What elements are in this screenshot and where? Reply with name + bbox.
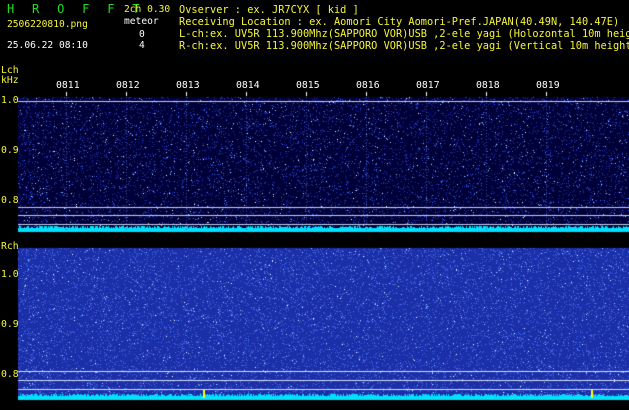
time-tick: 0813: [176, 80, 200, 91]
lch-unit: kHz: [1, 75, 19, 86]
rch-label: Rch: [1, 241, 19, 252]
lch-ytick-3: 0.8: [1, 195, 19, 206]
lch-spectrogram: [0, 0, 629, 410]
time-tick: 0819: [536, 80, 560, 91]
meteor-label: meteor: [124, 16, 159, 27]
lch-ytick-2: 0.9: [1, 145, 19, 156]
rch-ytick-3: 0.8: [1, 369, 19, 380]
rch-ytick-2: 0.9: [1, 319, 19, 330]
filename: 2506220810.png: [7, 19, 88, 30]
time-tick: 0814: [236, 80, 260, 91]
mode-label: 2ch 0.30: [124, 4, 171, 15]
observer-info: Ovserver : ex. JR7CYX [ kid ]: [179, 4, 359, 16]
rch-info: R-ch:ex. UV5R 113.900Mhz(SAPPORO VOR)USB…: [179, 40, 629, 52]
lch-ytick-1: 1.0: [1, 95, 19, 106]
time-tick: 0816: [356, 80, 380, 91]
time-tick: 0818: [476, 80, 500, 91]
lch-info: L-ch:ex. UV5R 113.900Mhz(SAPPORO VOR)USB…: [179, 28, 629, 40]
time-tick: 0811: [56, 80, 80, 91]
spectrogram-area: [0, 0, 629, 410]
time-tick: 0812: [116, 80, 140, 91]
datetime: 25.06.22 08:10: [7, 40, 88, 51]
time-tick: 0815: [296, 80, 320, 91]
hroft-window: H R O F F T 2506220810.png 25.06.22 08:1…: [0, 0, 629, 410]
location-info: Receiving Location : ex. Aomori City Aom…: [179, 16, 620, 28]
rch-ytick-1: 1.0: [1, 269, 19, 280]
time-tick: 0817: [416, 80, 440, 91]
lch-meteor-count: 0: [139, 29, 145, 40]
rch-meteor-count: 4: [139, 40, 145, 51]
